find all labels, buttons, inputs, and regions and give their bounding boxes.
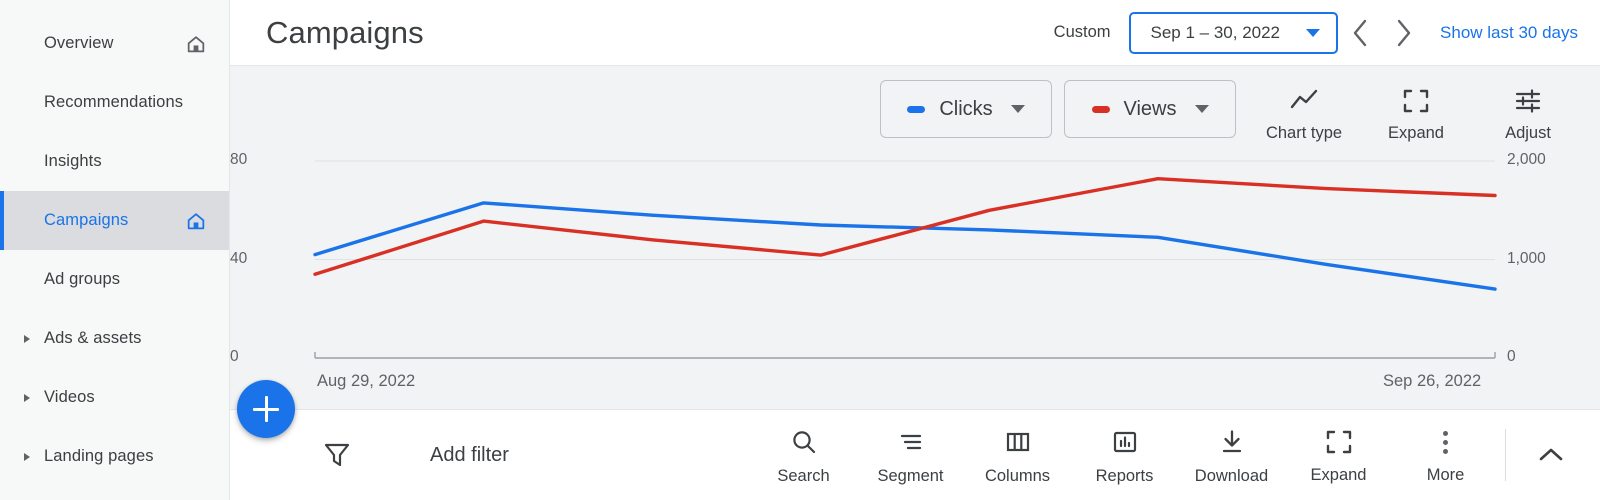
sidebar-item-overview[interactable]: Overview (0, 14, 229, 73)
chevron-down-icon (1010, 105, 1025, 113)
dot (1443, 430, 1448, 436)
views-color-swatch (1091, 105, 1110, 113)
sidebar-item-recommendations[interactable]: Recommendations (0, 73, 229, 132)
x-axis-start-label: Aug 29, 2022 (317, 372, 416, 390)
expand-icon (1403, 89, 1429, 113)
series-line-clicks (313, 201, 1497, 291)
sidebar-item-label: Landing pages (44, 447, 154, 465)
download-icon (1222, 430, 1241, 453)
table-expand-button[interactable]: Expand (1285, 425, 1392, 485)
sidebar-item-label: Ads & assets (44, 329, 142, 347)
chart-expand-label: Expand (1388, 124, 1444, 142)
previous-period-button[interactable] (1338, 11, 1382, 55)
date-range-type-label: Custom (1053, 23, 1111, 41)
sidebar-item-insights[interactable]: Insights (0, 132, 229, 191)
more-label: More (1426, 466, 1465, 484)
y-axis-right-tick: 2,000 (1507, 151, 1546, 168)
chart-expand-button[interactable]: Expand (1360, 80, 1472, 143)
date-controls: Custom Sep 1 – 30, 2022 Show last 30 day… (1054, 11, 1578, 55)
chart-type-label: Chart type (1265, 124, 1343, 142)
home-icon (187, 212, 205, 229)
sidebar-item-label: Videos (44, 388, 95, 406)
sidebar-item-videos[interactable]: Videos (0, 368, 229, 427)
page-title: Campaigns (266, 14, 424, 50)
add-filter-button[interactable]: Add filter (230, 440, 509, 470)
segment-label: Segment (877, 467, 944, 485)
expand-caret-icon (24, 334, 30, 343)
y-axis-left-tick: 40 (230, 249, 248, 267)
toolbar-actions: Search Segment Columns Reports Download … (750, 424, 1582, 486)
sidebar: Overview Recommendations Insights Campaigns… (0, 0, 230, 500)
dot (1443, 439, 1448, 445)
columns-icon (1006, 432, 1029, 452)
download-button[interactable]: Download (1178, 424, 1285, 486)
search-label: Search (777, 467, 830, 485)
home-icon (187, 35, 205, 52)
sidebar-item-campaigns[interactable]: Campaigns (0, 191, 229, 250)
sidebar-item-landing-pages[interactable]: Landing pages (0, 427, 229, 486)
segment-button[interactable]: Segment (857, 424, 964, 486)
more-button[interactable]: More (1392, 425, 1499, 485)
clicks-color-swatch (907, 105, 926, 113)
toolbar-divider (1505, 429, 1506, 481)
dot (1443, 448, 1448, 454)
add-filter-label: Add filter (430, 443, 509, 466)
chart-panel: Clicks Views Chart type Expand Adjust 0 … (230, 66, 1600, 410)
chart-type-button[interactable]: Chart type (1248, 80, 1360, 143)
app-root: Overview Recommendations Insights Campaigns… (0, 0, 1600, 500)
table-expand-label: Expand (1310, 466, 1367, 484)
page-header: Campaigns Custom Sep 1 – 30, 2022 Show l… (230, 0, 1600, 66)
chevron-right-icon (1397, 19, 1411, 46)
show-last-30-days-link[interactable]: Show last 30 days (1440, 23, 1578, 43)
date-range-picker[interactable]: Sep 1 – 30, 2022 (1128, 11, 1339, 54)
sidebar-item-label: Insights (44, 152, 102, 170)
next-period-button[interactable] (1382, 11, 1426, 55)
line-chart-icon (1290, 89, 1318, 109)
columns-button[interactable]: Columns (964, 424, 1071, 486)
chart-adjust-button[interactable]: Adjust (1472, 80, 1584, 143)
sidebar-item-label: Overview (44, 34, 114, 52)
expand-caret-icon (24, 452, 30, 461)
search-icon (792, 431, 815, 454)
chevron-down-icon (1306, 28, 1321, 37)
y-axis-right-tick: 0 (1507, 348, 1516, 365)
sliders-icon (1515, 89, 1541, 113)
metric-selector-clicks[interactable]: Clicks (880, 80, 1052, 138)
chevron-down-icon (1194, 105, 1209, 113)
create-campaign-fab[interactable] (237, 380, 295, 438)
sidebar-item-label: Campaigns (44, 211, 129, 229)
sidebar-item-label: Recommendations (44, 93, 184, 111)
y-axis-left-tick: 80 (230, 151, 248, 168)
date-range-value: Sep 1 – 30, 2022 (1150, 22, 1281, 42)
sidebar-item-label: Ad groups (44, 270, 121, 288)
y-axis-right-tick: 1,000 (1507, 249, 1546, 267)
download-label: Download (1194, 467, 1269, 485)
chart-adjust-label: Adjust (1505, 124, 1551, 142)
columns-label: Columns (984, 467, 1051, 485)
y-axis-left-tick: 0 (230, 348, 239, 365)
metric-label-views: Views (1123, 97, 1177, 120)
x-axis-end-label: Sep 26, 2022 (1383, 372, 1482, 390)
metric-selector-views[interactable]: Views (1064, 80, 1236, 138)
more-vert-icon (1443, 429, 1448, 455)
search-button[interactable]: Search (750, 424, 857, 486)
expand-icon (1326, 430, 1351, 454)
collapse-panel-button[interactable] (1520, 424, 1582, 486)
main-content: Campaigns Custom Sep 1 – 30, 2022 Show l… (230, 0, 1600, 500)
sidebar-item-ads-assets[interactable]: Ads & assets (0, 309, 229, 368)
chart-toolbar: Clicks Views Chart type Expand Adjust (880, 80, 1584, 143)
reports-icon (1113, 431, 1136, 453)
chevron-up-icon (1539, 448, 1563, 461)
table-toolbar: Add filter Search Segment Columns Report… (230, 410, 1600, 500)
metric-label-clicks: Clicks (939, 97, 993, 120)
segment-icon (900, 434, 921, 450)
reports-button[interactable]: Reports (1071, 424, 1178, 486)
sidebar-item-ad-groups[interactable]: Ad groups (0, 250, 229, 309)
filter-icon (324, 443, 350, 467)
reports-label: Reports (1095, 467, 1154, 485)
chevron-left-icon (1353, 19, 1367, 46)
expand-caret-icon (24, 393, 30, 402)
